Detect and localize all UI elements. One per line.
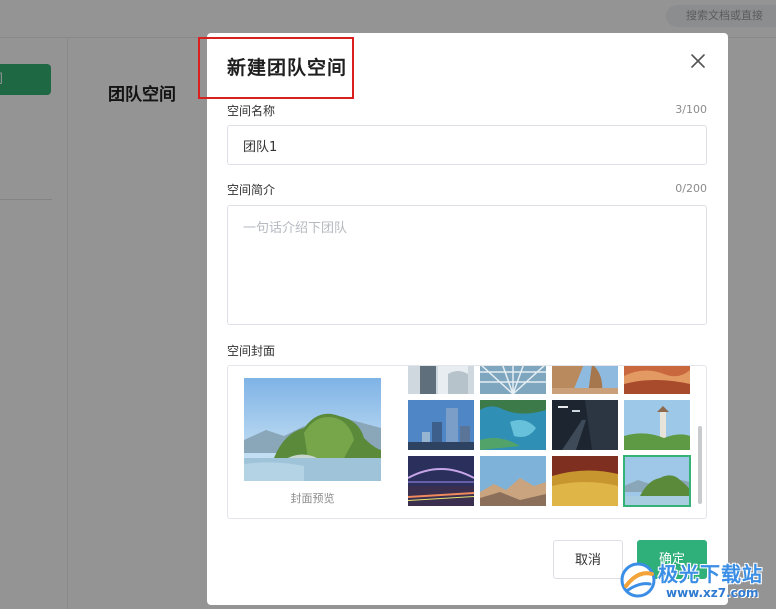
cover-thumbnail-red-canyon[interactable] (624, 366, 690, 394)
watermark-url: www.xz7.com (666, 586, 759, 600)
new-team-space-dialog: 新建团队空间 空间名称 3/100 空间简介 0/200 空间封面 (198, 33, 728, 605)
space-intro-counter: 0/200 (675, 182, 707, 195)
cover-preview-label: 封面预览 (290, 492, 335, 505)
watermark: 极光下载站 www.xz7.com (618, 556, 776, 606)
cover-thumbnail-karst-river[interactable] (623, 455, 691, 507)
watermark-logo-icon (620, 562, 656, 598)
cover-thumbnail-glass-dome[interactable] (480, 366, 546, 394)
cancel-button[interactable]: 取消 (553, 540, 623, 579)
close-icon[interactable] (689, 52, 707, 70)
cover-thumbnail-mountain-sunset[interactable] (480, 456, 546, 506)
cover-thumbnail-wheat-field[interactable] (552, 456, 618, 506)
cover-thumbnail-tower-pagoda[interactable] (624, 400, 690, 450)
space-cover-label: 空间封面 (227, 344, 276, 358)
cover-thumbnail-city-skyscraper[interactable] (408, 400, 474, 450)
cover-thumbnail-aerial-lake[interactable] (480, 400, 546, 450)
cover-thumbnail-rock-arch[interactable] (552, 366, 618, 394)
space-intro-textarea[interactable] (227, 205, 707, 325)
cover-preview-image (244, 378, 381, 481)
cover-thumbnail-glass-building[interactable] (408, 366, 474, 394)
space-name-label: 空间名称 (227, 104, 276, 118)
space-name-counter: 3/100 (675, 103, 707, 116)
space-name-input[interactable] (227, 125, 707, 165)
dialog-title: 新建团队空间 (227, 57, 348, 79)
cover-scrollbar[interactable] (698, 426, 702, 504)
cover-picker: 封面预览 (227, 365, 707, 519)
space-intro-label: 空间简介 (227, 183, 276, 197)
cover-thumbnail-dark-corridor[interactable] (552, 400, 618, 450)
watermark-text: 极光下载站 (658, 562, 763, 586)
cover-thumbnail-night-bridge[interactable] (408, 456, 474, 506)
